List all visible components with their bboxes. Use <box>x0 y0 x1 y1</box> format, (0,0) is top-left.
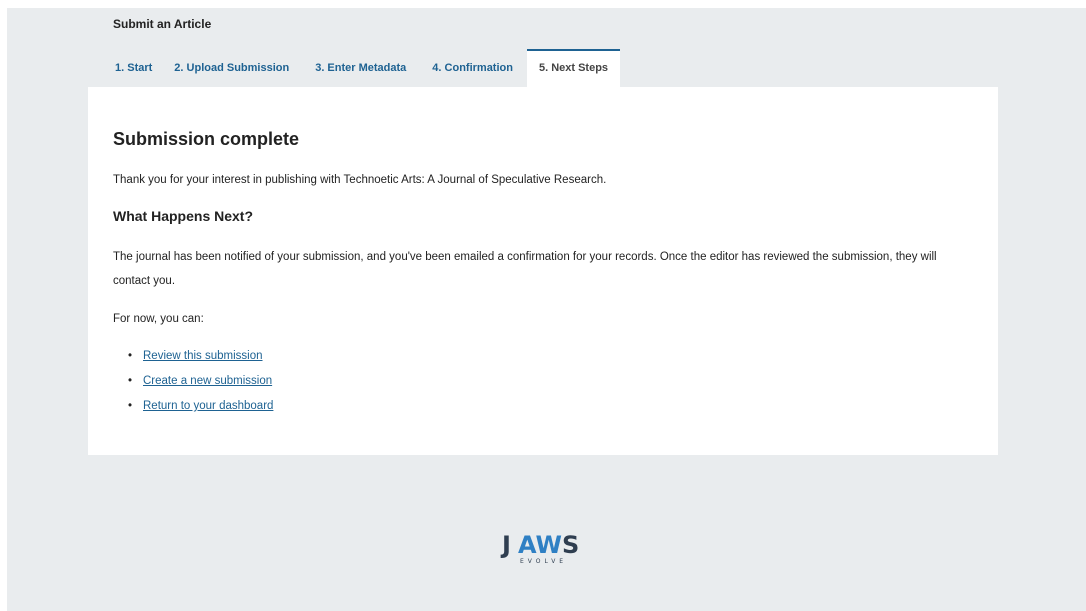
for-now-text: For now, you can: <box>113 313 204 325</box>
list-item: • Return to your dashboard <box>128 395 273 420</box>
bullet-icon: • <box>128 375 133 387</box>
tab-upload-submission[interactable]: 2. Upload Submission <box>166 49 297 87</box>
review-submission-link[interactable]: Review this submission <box>143 350 263 362</box>
intro-text: Thank you for your interest in publishin… <box>113 174 607 186</box>
bullet-icon: • <box>128 400 133 412</box>
tab-start[interactable]: 1. Start <box>113 49 160 87</box>
panel-title: Submission complete <box>113 129 300 149</box>
jaws-logo[interactable]: J AW S EVOLVE <box>500 527 586 567</box>
bullet-icon: • <box>128 350 133 362</box>
tab-next-steps[interactable]: 5. Next Steps <box>526 49 621 87</box>
tab-confirmation[interactable]: 4. Confirmation <box>424 49 521 87</box>
list-item: • Review this submission <box>128 345 273 370</box>
next-steps-list: • Review this submission • Create a new su… <box>128 345 273 420</box>
content-panel: Submission complete Thank you for your i… <box>88 87 998 455</box>
logo-wordmark-end: S <box>562 531 579 559</box>
body-text: The journal has been notified of your su… <box>113 251 937 287</box>
tab-enter-metadata[interactable]: 3. Enter Metadata <box>307 49 414 87</box>
list-item: • Create a new submission <box>128 370 273 395</box>
logo-tagline: EVOLVE <box>520 558 567 565</box>
logo-wordmark: J <box>500 531 511 559</box>
page-heading: Submit an Article <box>113 17 212 31</box>
dashboard-link[interactable]: Return to your dashboard <box>143 400 273 412</box>
logo-wordmark-accent: AW <box>518 531 562 559</box>
wizard-tabs: 1. Start 2. Upload Submission 3. Enter M… <box>113 49 621 87</box>
section-subtitle: What Happens Next? <box>113 208 254 224</box>
create-submission-link[interactable]: Create a new submission <box>143 375 272 387</box>
